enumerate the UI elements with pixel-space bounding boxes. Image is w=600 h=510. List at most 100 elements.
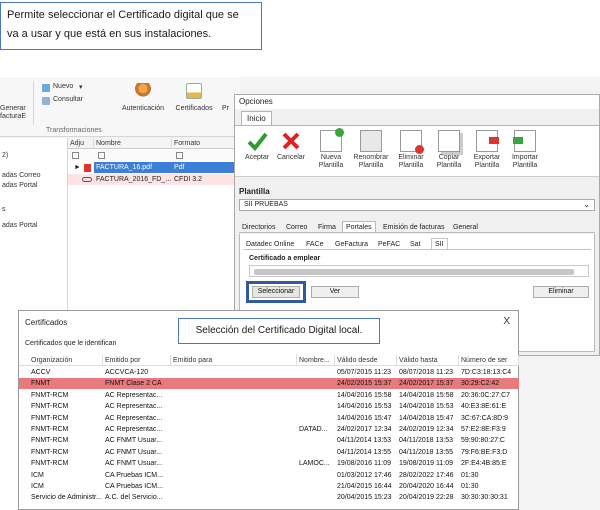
cert-row[interactable]: FNMT FNMT Clase 2 CA 24/02/2015 15:37 24/02… (19, 378, 519, 390)
cert-cell-from: 19/08/2016 11:09 (337, 460, 391, 468)
filter-icon[interactable] (72, 152, 79, 159)
copiar-label: Copiar (438, 154, 460, 161)
callout-line-1: Permite seleccionar el Certificado digit… (7, 9, 239, 21)
file-row[interactable]: FACTURA_2016_FD_... CFDI 3.2 (68, 174, 240, 185)
generar-button[interactable]: Generar facturaE (0, 87, 30, 121)
col-valido-desde[interactable]: Válido desde (335, 355, 397, 366)
col-emitido-para[interactable]: Emitido para (171, 355, 297, 366)
close-icon[interactable]: X (503, 316, 510, 327)
grid-header-formato[interactable]: Formato (172, 138, 240, 149)
tab-general[interactable]: General (450, 222, 481, 233)
col-numero-serie[interactable]: Número de ser (459, 355, 519, 366)
cert-row[interactable]: Servicio de Administr... A.C. del Servici… (19, 492, 519, 503)
cert-cell-org: FNMT-RCM (31, 403, 69, 411)
cert-row[interactable]: ICM CA Pruebas ICM... 01/03/2012 17:46 28/0… (19, 470, 519, 481)
cert-cell-by: AC FNMT Usuar... (105, 437, 163, 445)
tab-correo[interactable]: Correo (283, 222, 310, 233)
cert-cell-to: 28/02/2022 17:46 (399, 471, 454, 479)
copy-template-icon (438, 130, 460, 152)
grid-header-nombre[interactable]: Nombre (94, 138, 172, 149)
main-ribbon: Generar facturaE Nuevo ▾ Consultar Auten… (0, 77, 240, 137)
cert-row[interactable]: FNMT-RCM AC Representac... DATAD... 24/02/2… (19, 424, 519, 435)
tab-inicio[interactable]: Inicio (241, 111, 272, 125)
subtab-sat[interactable]: Sat (407, 239, 424, 250)
plantilla-select[interactable]: SII PRUEBAS ⌄ (239, 199, 595, 211)
exportar-plantilla-button[interactable]: Exportar Plantilla (469, 130, 505, 170)
cert-row[interactable]: FNMT-RCM AC Representac... 14/04/2016 15:5… (19, 401, 519, 412)
cert-cell-serial: 30:30:30:30:31 (461, 494, 508, 502)
file-format: CFDI 3.2 (174, 176, 203, 183)
blurred-certificate (254, 269, 574, 275)
nav-item[interactable]: 2) (2, 152, 8, 159)
exportar-label: Exportar (473, 154, 501, 161)
seleccionar-button[interactable]: Seleccionar (252, 286, 300, 298)
filter-icon[interactable] (176, 152, 183, 159)
cert-row[interactable]: FNMT-RCM AC FNMT Usuar... 04/11/2014 13:53… (19, 435, 519, 446)
eliminar-plantilla-button[interactable]: Eliminar Plantilla (393, 130, 429, 170)
subtab-sii[interactable]: SII (431, 238, 448, 249)
cert-cell-org: FNMT-RCM (31, 391, 69, 399)
col-organizacion[interactable]: Organización (29, 355, 103, 366)
cert-row[interactable]: ICM CA Pruebas ICM... 21/04/2015 16:44 20/0… (19, 481, 519, 492)
cert-dialog-subtitle: Certificados que le identifican (25, 340, 117, 347)
copiar-plantilla-button[interactable]: Copiar Plantilla (431, 130, 467, 170)
autenticacion-button[interactable]: Autenticación (120, 83, 166, 117)
vertical-divider (33, 81, 34, 125)
cert-row[interactable]: FNMT-RCM AC Representac... 14/04/2016 15:4… (19, 413, 519, 424)
plantilla-value: SII PRUEBAS (244, 201, 288, 208)
cert-cell-serial: 57:E2:8E:F3:9 (461, 426, 506, 433)
col-valido-hasta[interactable]: Válido hasta (397, 355, 459, 366)
cert-row[interactable]: FNMT-RCM AC FNMT Usuar... 04/11/2014 13:55… (19, 447, 519, 458)
cancelar-button[interactable]: Cancelar (273, 130, 309, 162)
tab-emision[interactable]: Emisión de facturas (380, 222, 447, 233)
consultar-label: Consultar (53, 96, 83, 103)
cert-cell-from: 05/07/2015 11:23 (337, 369, 391, 376)
filter-icon[interactable] (98, 152, 105, 159)
importar-plantilla-button[interactable]: Importar Plantilla (507, 130, 543, 170)
renombrar-label: Renombrar (353, 154, 389, 161)
grid-header-adjunto[interactable]: Adju (68, 138, 94, 149)
dialog-callout-text: Selección del Certificado Digital local. (195, 325, 363, 336)
cert-row[interactable]: ACCV ACCVCA-120 05/07/2015 11:23 08/07/2018… (19, 367, 519, 378)
nav-item[interactable]: adas Portal (2, 182, 37, 189)
subtab-datadec[interactable]: Datadec Online (243, 239, 297, 250)
renombrar-plantilla-button[interactable]: Renombrar Plantilla (353, 130, 389, 170)
tab-firma[interactable]: Firma (315, 222, 339, 233)
ver-button[interactable]: Ver (311, 286, 359, 298)
cert-cell-serial: 59:90:80:27:C (461, 437, 505, 445)
nav-item[interactable]: adas Portal (2, 222, 37, 229)
cert-row[interactable]: FNMT-RCM AC Representac... 14/04/2016 15:5… (19, 390, 519, 401)
cert-cell-org: FNMT-RCM (31, 437, 69, 445)
subtab-face[interactable]: FACe (303, 239, 327, 250)
certificado-field (249, 265, 589, 277)
cert-cell-serial: 2F:E4:4B:85:E (461, 460, 507, 468)
cert-row[interactable]: FNMT-RCM AC FNMT Usuar... LAMOC... 19/08/20… (19, 458, 519, 469)
file-name: FACTURA_2016_FD_... (96, 176, 172, 183)
tab-directorios[interactable]: Directorios (239, 222, 278, 233)
certificados-button[interactable]: Certificados (172, 83, 216, 117)
row-pointer-icon: ► (74, 164, 81, 171)
cert-cell-org: FNMT (31, 380, 51, 388)
col-emitido-por[interactable]: Emitido por (103, 355, 171, 366)
aceptar-button[interactable]: Aceptar (239, 130, 275, 162)
cert-cell-by: ACCVCA-120 (105, 369, 149, 376)
tab-portales[interactable]: Portales (342, 221, 376, 232)
subtab-gefactura[interactable]: GeFactura (332, 239, 371, 250)
cert-cell-org: FNMT-RCM (31, 414, 69, 422)
generar-label: Generar (0, 105, 26, 112)
nav-item[interactable]: adas Correo (2, 172, 41, 179)
subtab-pefac[interactable]: PeFAC (375, 239, 403, 250)
cert-cell-serial: 01:30 (461, 471, 479, 479)
aceptar-label: Aceptar (244, 154, 270, 161)
eliminar-button[interactable]: Eliminar (533, 286, 589, 298)
nav-item[interactable]: s (2, 206, 6, 213)
nueva-plantilla-button[interactable]: Nueva Plantilla (313, 128, 349, 170)
file-row-selected[interactable]: ► FACTURA_16.pdf Pdf (68, 162, 240, 173)
plantilla-label: Plantilla (474, 162, 500, 169)
col-nombre[interactable]: Nombre... (297, 355, 335, 366)
cert-cell-to: 24/02/2017 15:37 (399, 380, 454, 388)
chevron-down-icon: ⌄ (583, 200, 590, 209)
top-callout: Permite seleccionar el Certificado digit… (0, 2, 262, 50)
cert-cell-by: CA Pruebas ICM... (105, 471, 163, 479)
opciones-title: Opciones (235, 95, 599, 109)
